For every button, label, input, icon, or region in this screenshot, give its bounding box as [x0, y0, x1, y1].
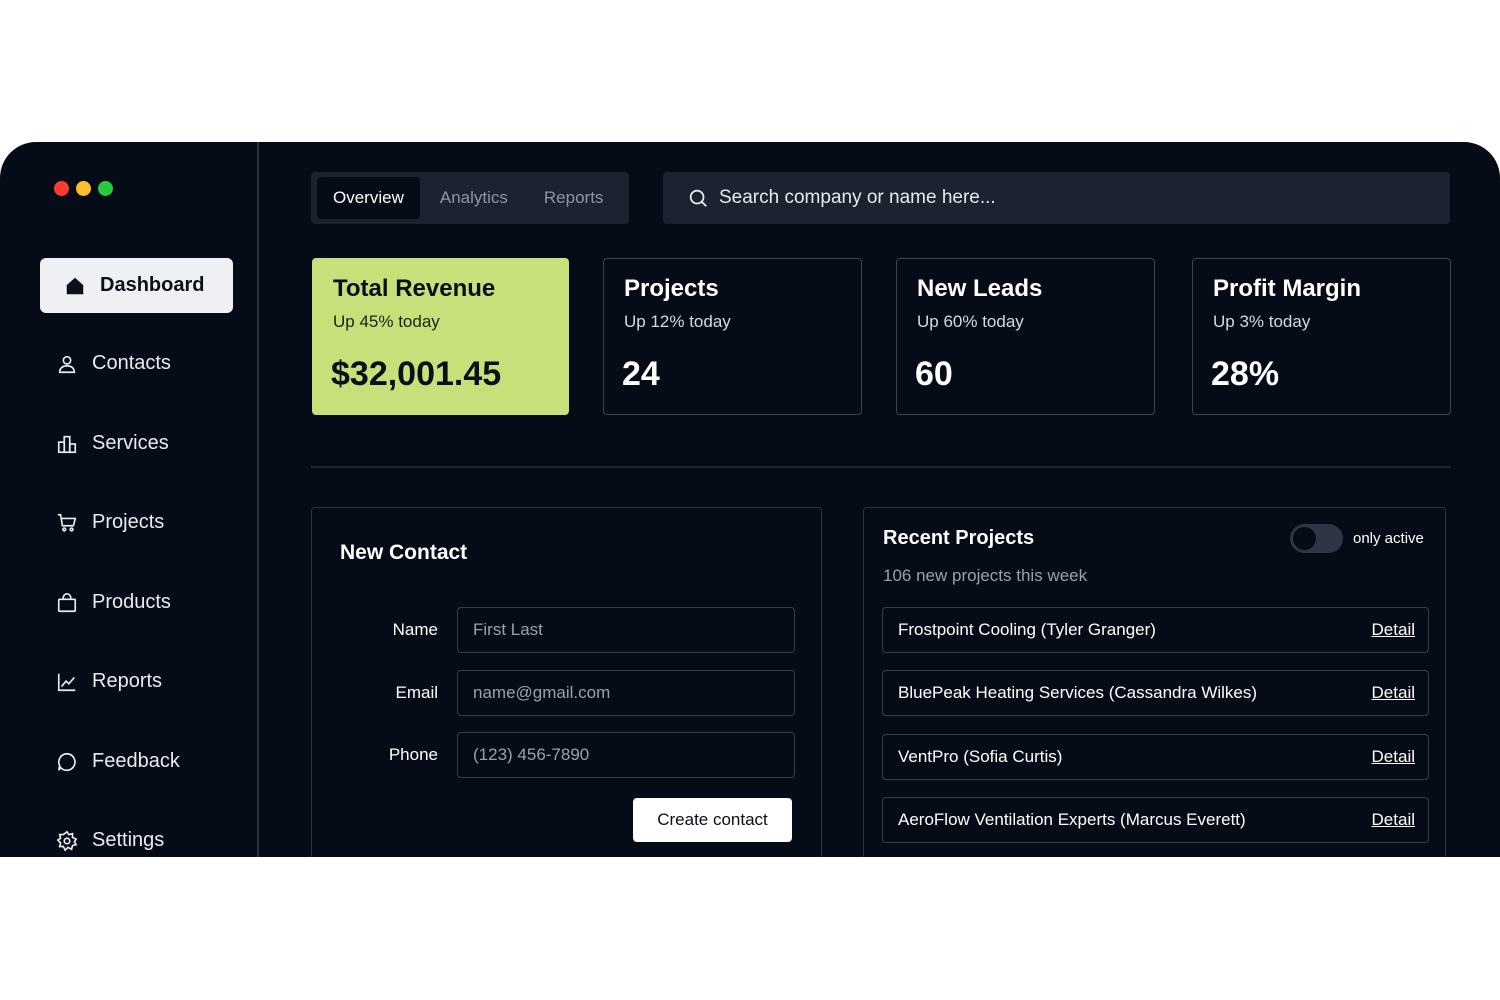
- search-bar: [663, 172, 1450, 224]
- project-detail-link[interactable]: Detail: [1372, 620, 1415, 640]
- project-name: Frostpoint Cooling (Tyler Granger): [898, 620, 1156, 639]
- list-item: BluePeak Heating Services (Cassandra Wil…: [882, 670, 1429, 716]
- list-item: AeroFlow Ventilation Experts (Marcus Eve…: [882, 797, 1429, 843]
- maximize-window-button[interactable]: [98, 181, 113, 196]
- phone-field[interactable]: [457, 732, 795, 778]
- sidebar-item-reports[interactable]: Reports: [40, 654, 233, 709]
- create-contact-button[interactable]: Create contact: [633, 798, 792, 842]
- recent-projects-subtitle: 106 new projects this week: [883, 566, 1088, 585]
- stat-title: Profit Margin: [1213, 275, 1361, 302]
- bag-icon: [57, 592, 77, 612]
- sidebar-item-label: Feedback: [92, 750, 180, 772]
- stat-value: $32,001.45: [331, 355, 502, 393]
- project-detail-link[interactable]: Detail: [1372, 683, 1415, 703]
- stat-subtitle: Up 3% today: [1213, 312, 1311, 331]
- sidebar-item-dashboard[interactable]: Dashboard: [40, 258, 233, 313]
- home-icon: [66, 277, 84, 294]
- new-contact-title: New Contact: [340, 541, 468, 564]
- name-field[interactable]: [457, 607, 795, 653]
- view-tabs: Overview Analytics Reports: [311, 172, 629, 224]
- sidebar-item-feedback[interactable]: Feedback: [40, 734, 233, 789]
- email-field[interactable]: [457, 670, 795, 716]
- sidebar-item-settings[interactable]: Settings: [40, 813, 233, 857]
- stat-subtitle: Up 12% today: [624, 312, 731, 331]
- message-icon: [57, 752, 76, 771]
- stat-title: New Leads: [917, 275, 1043, 302]
- recent-projects-title: Recent Projects: [883, 527, 1035, 549]
- sidebar-item-label: Projects: [92, 511, 165, 533]
- gear-icon: [56, 830, 78, 852]
- close-window-button[interactable]: [54, 181, 69, 196]
- sidebar-item-label: Settings: [92, 829, 165, 851]
- tab-reports[interactable]: Reports: [528, 177, 620, 219]
- tab-analytics[interactable]: Analytics: [424, 177, 524, 219]
- stat-card-total-revenue: Total Revenue Up 45% today $32,001.45: [312, 258, 569, 415]
- chart-line-icon: [57, 673, 76, 691]
- window-controls: [54, 181, 113, 196]
- sidebar-item-services[interactable]: Services: [40, 416, 233, 471]
- project-name: BluePeak Heating Services (Cassandra Wil…: [898, 683, 1258, 702]
- sidebar-item-contacts[interactable]: Contacts: [40, 336, 233, 391]
- project-name: VentPro (Sofia Curtis): [898, 747, 1063, 766]
- list-item: VentPro (Sofia Curtis) Detail: [882, 734, 1429, 780]
- stat-value: 24: [622, 355, 660, 393]
- new-contact-panel: New Contact Name Email Phone Create cont…: [311, 507, 822, 857]
- name-label: Name: [392, 620, 438, 639]
- project-name: AeroFlow Ventilation Experts (Marcus Eve…: [898, 810, 1246, 829]
- cart-icon: [57, 513, 77, 532]
- phone-label: Phone: [388, 745, 438, 764]
- stat-subtitle: Up 60% today: [917, 312, 1024, 331]
- sidebar-item-label: Contacts: [92, 352, 171, 374]
- stat-card-new-leads: New Leads Up 60% today 60: [896, 258, 1155, 415]
- only-active-toggle[interactable]: [1290, 524, 1343, 553]
- sidebar: Dashboard Contacts Services Projects Pro…: [0, 142, 259, 857]
- stat-title: Total Revenue: [333, 275, 496, 302]
- project-detail-link[interactable]: Detail: [1372, 747, 1415, 767]
- sidebar-item-products[interactable]: Products: [40, 575, 233, 630]
- sidebar-item-label: Products: [92, 591, 171, 613]
- search-input[interactable]: [719, 187, 1419, 209]
- stat-value: 28%: [1211, 355, 1280, 393]
- email-label: Email: [395, 683, 438, 702]
- project-detail-link[interactable]: Detail: [1372, 810, 1415, 830]
- only-active-filter: only active: [1290, 524, 1424, 553]
- user-icon: [58, 355, 76, 373]
- minimize-window-button[interactable]: [76, 181, 91, 196]
- search-icon: [689, 189, 707, 207]
- section-divider: [311, 466, 1451, 468]
- list-item: Frostpoint Cooling (Tyler Granger) Detai…: [882, 607, 1429, 653]
- tab-overview[interactable]: Overview: [317, 177, 420, 219]
- building-icon: [57, 435, 77, 453]
- stat-card-profit-margin: Profit Margin Up 3% today 28%: [1192, 258, 1451, 415]
- recent-projects-panel: Recent Projects only active 106 new proj…: [863, 507, 1446, 857]
- stat-value: 60: [915, 355, 953, 393]
- sidebar-item-label: Reports: [92, 670, 163, 692]
- sidebar-item-projects[interactable]: Projects: [40, 495, 233, 550]
- stat-title: Projects: [624, 275, 719, 302]
- toggle-knob: [1293, 527, 1316, 550]
- sidebar-item-label: Dashboard: [100, 274, 205, 296]
- stat-card-projects: Projects Up 12% today 24: [603, 258, 862, 415]
- only-active-label: only active: [1353, 530, 1424, 547]
- sidebar-item-label: Services: [92, 432, 169, 454]
- app-window: Dashboard Contacts Services Projects Pro…: [0, 142, 1500, 857]
- stat-subtitle: Up 45% today: [333, 312, 440, 331]
